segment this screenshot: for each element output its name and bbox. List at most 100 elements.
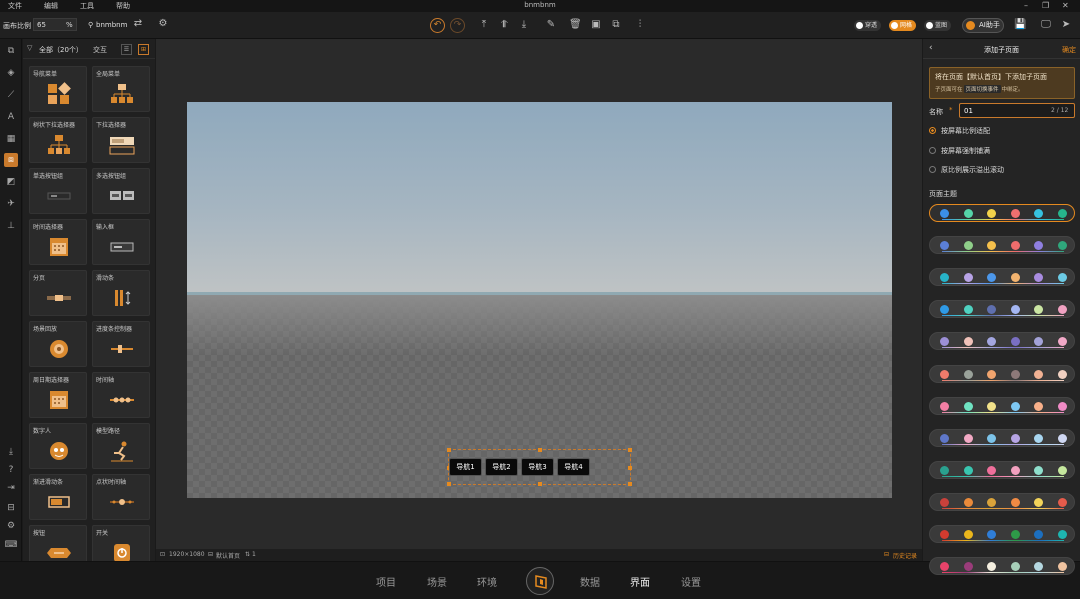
component-card[interactable]: 下拉选择器 [92,117,150,163]
center-logo-button[interactable] [526,567,554,595]
resize-handle[interactable] [628,482,632,486]
export-icon[interactable]: ⇥ [4,481,18,495]
scale-option-3[interactable]: 原比例展示溢出滚动 [929,164,1049,176]
gear-icon[interactable]: ⚙ [157,18,169,30]
tab-project[interactable]: 项目 [376,574,396,589]
toggle-through[interactable]: 穿透 [854,20,882,31]
theme-option-2[interactable] [929,236,1075,255]
menu-file[interactable]: 文件 [8,1,22,11]
menu-tools[interactable]: 工具 [80,1,94,11]
component-card[interactable]: 全局菜单 [92,66,150,112]
preview-icon[interactable]: 🖵 [1040,19,1052,31]
resize-handle[interactable] [538,482,542,486]
theme-option-9[interactable] [929,460,1075,479]
component-card[interactable]: 输入框 [92,219,150,265]
undo-button[interactable]: ↶ [430,18,445,33]
theme-option-4[interactable] [929,300,1075,319]
nav-item-2[interactable]: 导航2 [485,458,518,476]
project-name[interactable]: bnmbnm [96,21,127,29]
bring-up-icon[interactable]: ⥣ [498,19,510,31]
theme-option-11[interactable] [929,525,1075,543]
settings-icon[interactable]: ⚙ [4,519,18,533]
component-card[interactable]: 渐进滑动条 [29,474,87,520]
toggle-blueprint[interactable]: 蓝图 [924,20,952,31]
theme-option-5[interactable] [929,332,1075,351]
swap-icon[interactable]: ⇄ [132,18,144,30]
menu-help[interactable]: 帮助 [116,1,130,11]
nav-item-3[interactable]: 导航3 [521,458,554,476]
tab-data[interactable]: 数据 [580,574,600,589]
component-card[interactable]: 单选按钮组 [29,168,87,214]
keyboard-icon[interactable]: ⌨ [4,538,18,552]
component-card[interactable]: 导航菜单 [29,66,87,112]
resize-handle[interactable] [628,466,632,470]
delete-icon[interactable]: 🗑 [569,19,582,31]
nav-menu-widget[interactable]: 导航1 导航2 导航3 导航4 [447,448,632,486]
component-card[interactable]: 数字人 [29,423,87,469]
radio-dot[interactable] [929,166,936,173]
widgets-icon[interactable]: ⧉ [4,44,18,58]
redo-button[interactable]: ↷ [450,18,465,33]
component-card[interactable]: 模型路径 [92,423,150,469]
toggle-grid[interactable]: 网格 [889,20,917,31]
component-card[interactable]: 时间选择器 [29,219,87,265]
scene-viewport[interactable] [187,102,892,498]
component-card[interactable]: 点状时间轴 [92,474,150,520]
publish-icon[interactable]: ➤ [1060,19,1072,31]
theme-option-6[interactable] [929,364,1075,383]
chart-icon[interactable]: ⟋ [4,88,18,102]
scale-option-1[interactable]: 按屏幕比例适配 [929,125,1049,137]
component-card[interactable]: 多选按钮组 [92,168,150,214]
resize-handle[interactable] [447,448,451,452]
component-card[interactable]: 分页 [29,270,87,316]
theme-option-12[interactable] [929,557,1075,576]
close-icon[interactable]: ✕ [1062,1,1069,10]
confirm-button[interactable]: 确定 [1062,45,1076,55]
theme-option-7[interactable] [929,396,1075,415]
tab-environment[interactable]: 环境 [477,574,497,589]
plane-icon[interactable]: ✈ [4,197,18,211]
ungroup-icon[interactable]: ⧉ [610,19,622,31]
resize-handle[interactable] [628,448,632,452]
filter-dropdown[interactable]: 全部（20个） [39,45,83,55]
filter-icon[interactable]: ▽ [27,44,32,52]
tab-scene[interactable]: 场景 [427,574,447,589]
brush-icon[interactable]: ✎ [545,19,557,31]
minimize-icon[interactable]: – [1024,1,1028,10]
component-card[interactable]: 进度条控制器 [92,321,150,367]
group-icon[interactable]: ▣ [590,19,602,31]
history-link[interactable]: 历史记录 [893,551,917,560]
import-icon[interactable]: ⊟ [4,501,18,515]
component-card[interactable]: 时间轴 [92,372,150,418]
grid-view-icon[interactable]: ⊞ [138,44,149,55]
radio-dot[interactable] [929,146,936,154]
list-view-icon[interactable]: ☰ [121,44,132,55]
distribute-icon[interactable]: ⫶ [634,19,646,31]
history-icon[interactable]: ⊟ [884,551,889,558]
theme-option-8[interactable] [929,428,1075,447]
component-card[interactable]: 周日期选择器 [29,372,87,418]
help-icon[interactable]: ? [4,463,18,477]
interact-tab[interactable]: 交互 [93,45,107,55]
interact-icon[interactable]: ⧈ [4,153,18,167]
table-icon[interactable]: ▦ [4,132,18,146]
nav-item-1[interactable]: 导航1 [449,458,482,476]
theme-option-10[interactable] [929,492,1075,511]
resize-handle[interactable] [447,482,451,486]
component-card[interactable]: 滑动条 [92,270,150,316]
restore-icon[interactable]: ❐ [1042,1,1049,10]
theme-option-3[interactable] [929,268,1075,287]
text-icon[interactable]: A [4,110,18,124]
tab-settings[interactable]: 设置 [681,574,701,589]
resize-handle[interactable] [538,448,542,452]
nav-item-4[interactable]: 导航4 [557,458,590,476]
component-card[interactable]: 树状下拉选择器 [29,117,87,163]
theme-option-1[interactable] [929,204,1075,222]
align-bottom-icon[interactable]: ⤓ [518,19,530,31]
stamp-icon[interactable]: ⊥ [4,219,18,233]
align-top-icon[interactable]: ⤒ [478,19,490,31]
download-icon[interactable]: ⤓ [4,445,18,459]
component-card[interactable]: 场景回放 [29,321,87,367]
scale-option-2[interactable]: 按屏幕强制铺满 [929,145,1049,157]
model-icon[interactable]: ◩ [4,175,18,189]
